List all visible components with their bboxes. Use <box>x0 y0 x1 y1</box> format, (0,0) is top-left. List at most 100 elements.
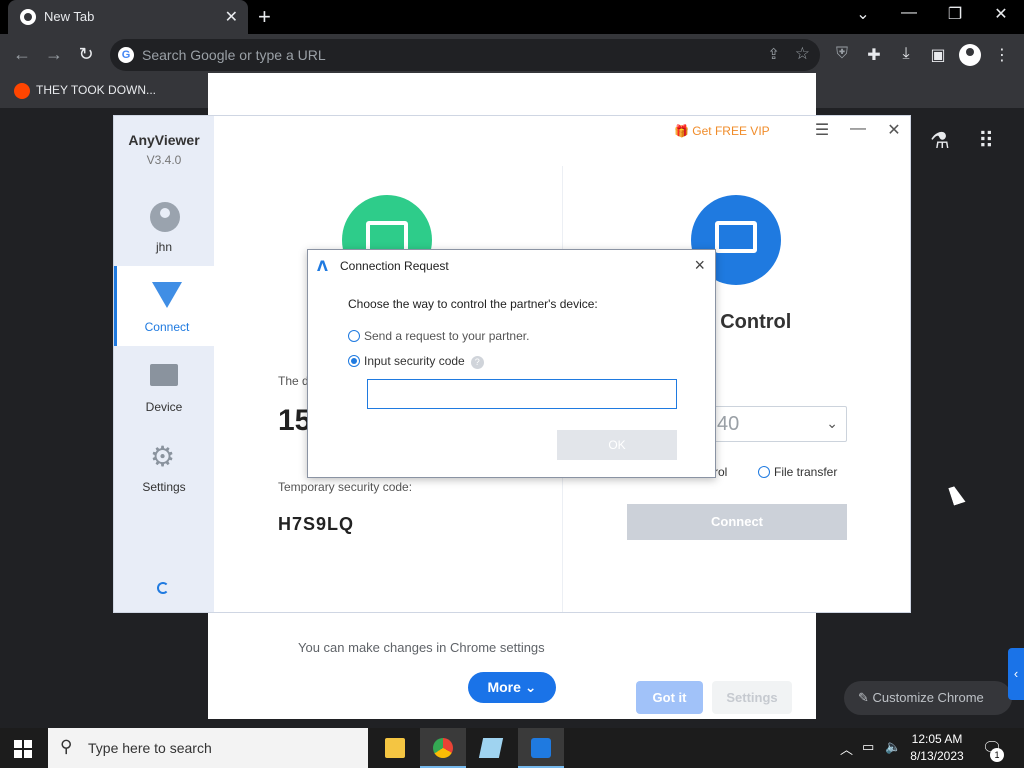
get-vip-link[interactable]: 🎁 Get FREE VIP <box>674 124 770 138</box>
chevron-down-icon: ⌄ <box>826 415 838 431</box>
tab-strip: New Tab ✕ + ⌄ — ❐ ✕ <box>0 0 1024 34</box>
reddit-icon <box>14 83 30 99</box>
user-name: jhn <box>155 240 172 254</box>
sidebar-item-device[interactable]: Device <box>114 346 214 426</box>
share-icon[interactable]: ⇪ <box>767 45 780 63</box>
sidebar-item-settings[interactable]: ⚙ Settings <box>114 426 214 506</box>
notepad-icon <box>478 738 504 758</box>
device-id-label: The d <box>278 374 309 388</box>
partner-id-select[interactable]: 40 ⌄ <box>714 406 847 442</box>
menu-icon[interactable]: ☰ <box>812 120 832 140</box>
back-icon[interactable]: ← <box>11 44 33 65</box>
sidepanel-icon[interactable]: ▣ <box>928 45 948 65</box>
connect-icon <box>152 282 182 308</box>
bookmark-label: THEY TOOK DOWN... <box>36 83 157 98</box>
help-icon[interactable]: ? <box>470 356 484 369</box>
anyviewer-sidebar: AnyViewer V3.4.0 jhn Connect Device ⚙ Se… <box>114 116 214 612</box>
customize-chrome-button[interactable]: ✎ Customize Chrome <box>844 681 1012 715</box>
pencil-icon: ✎ <box>858 690 869 705</box>
remote-control-title: t Control <box>708 311 792 333</box>
anyviewer-logo-icon: ᐱ <box>317 258 328 274</box>
apps-grid-icon[interactable]: ⠿ <box>978 128 994 154</box>
anyviewer-icon <box>531 738 551 758</box>
notification-count: 1 <box>990 748 1004 762</box>
browser-toolbar: ← → ↻ G Search Google or type a URL ⇪ ☆ … <box>0 34 1024 76</box>
sidebar-item-label: Device <box>145 400 183 414</box>
clock-time[interactable]: 12:05 AM <box>906 732 968 746</box>
search-icon: ⚲ <box>60 737 73 756</box>
user-account[interactable]: jhn <box>114 186 214 266</box>
download-icon[interactable]: ⤓ <box>896 45 916 63</box>
volume-icon[interactable]: 🔈 <box>885 739 901 755</box>
got-it-button[interactable]: Got it <box>636 681 703 714</box>
minimize-button[interactable]: — <box>897 4 921 22</box>
close-icon[interactable]: ✕ <box>884 120 904 140</box>
restore-button[interactable]: ❐ <box>943 4 967 24</box>
side-panel-tab[interactable]: ‹ <box>1008 648 1024 700</box>
labs-icon[interactable]: ⚗ <box>930 128 950 154</box>
radio-icon <box>758 466 770 478</box>
network-icon[interactable]: ▭ <box>862 739 874 755</box>
tab-close-icon[interactable]: ✕ <box>225 7 238 27</box>
screen-glyph-icon <box>715 221 757 253</box>
tab-title: New Tab <box>44 9 95 24</box>
radio-icon <box>348 330 360 342</box>
windows-start-icon[interactable] <box>14 740 32 758</box>
chevron-down-icon: ⌄ <box>524 679 537 695</box>
partner-id-value: 40 <box>717 413 740 435</box>
notepad-app[interactable] <box>468 728 514 768</box>
chrome-settings-button[interactable]: Settings <box>712 681 792 714</box>
folder-icon <box>385 738 405 758</box>
chrome-app[interactable] <box>420 728 466 768</box>
loading-spinner-icon <box>157 582 169 594</box>
star-icon[interactable]: ☆ <box>795 44 810 64</box>
file-explorer-app[interactable] <box>372 728 418 768</box>
ok-button[interactable]: OK <box>557 430 677 460</box>
new-tab-button[interactable]: + <box>258 4 271 30</box>
sidebar-item-label: Connect <box>144 320 190 334</box>
chrome-icon <box>433 738 453 758</box>
omnibox[interactable]: G Search Google or type a URL ⇪ ☆ <box>110 39 820 71</box>
more-button[interactable]: More ⌄ <box>468 672 556 703</box>
taskbar-search[interactable]: ⚲ Type here to search <box>48 728 368 768</box>
more-label: More <box>487 679 521 695</box>
sidebar-item-connect[interactable]: Connect <box>114 266 214 346</box>
chrome-favicon-icon <box>20 9 36 25</box>
dialog-prompt: Choose the way to control the partner's … <box>348 297 598 311</box>
temp-code-label: Temporary security code: <box>278 480 413 494</box>
extensions-icon[interactable]: ✚ <box>864 45 884 65</box>
security-code-option[interactable]: Input security code? <box>348 354 484 369</box>
taskbar: ⚲ Type here to search ︿ ▭ 🔈 12:05 AM 8/1… <box>0 728 1024 768</box>
security-code-input[interactable] <box>367 379 677 409</box>
profile-icon[interactable] <box>959 44 981 66</box>
file-transfer-label: File transfer <box>774 465 838 479</box>
tray-overflow-icon[interactable]: ︿ <box>840 739 853 758</box>
ublock-icon[interactable]: ⛨ <box>832 45 852 63</box>
close-icon[interactable]: × <box>694 255 705 276</box>
avatar <box>150 202 180 232</box>
dialog-title: Connection Request <box>340 259 449 273</box>
clock-date[interactable]: 8/13/2023 <box>906 749 968 763</box>
google-icon: G <box>118 47 134 63</box>
temp-code: H7S9LQ <box>278 514 355 534</box>
bookmark-item[interactable]: THEY TOOK DOWN... <box>14 83 156 99</box>
anyviewer-app[interactable] <box>518 728 564 768</box>
omnibox-placeholder[interactable]: Search Google or type a URL <box>142 47 326 63</box>
gift-icon: 🎁 <box>674 124 689 138</box>
tab-search-chevron-icon[interactable]: ⌄ <box>851 4 875 24</box>
tab-new-tab[interactable]: New Tab ✕ <box>8 0 248 34</box>
file-transfer-option[interactable]: File transfer <box>758 465 837 479</box>
connect-button[interactable]: Connect <box>627 504 847 540</box>
sidebar-item-label: Settings <box>142 480 186 494</box>
close-window-button[interactable]: ✕ <box>989 4 1013 24</box>
app-version: V3.4.0 <box>146 153 182 167</box>
minimize-button[interactable]: — <box>848 120 868 138</box>
send-request-label: Send a request to your partner. <box>364 329 530 343</box>
menu-icon[interactable]: ⋮ <box>992 45 1012 65</box>
send-request-option[interactable]: Send a request to your partner. <box>348 329 529 343</box>
forward-icon[interactable]: → <box>43 44 65 65</box>
remote-control-option[interactable]: rol <box>714 465 727 479</box>
gear-icon: ⚙ <box>150 441 176 472</box>
monitor-icon <box>150 364 178 386</box>
reload-icon[interactable]: ↻ <box>75 44 97 65</box>
